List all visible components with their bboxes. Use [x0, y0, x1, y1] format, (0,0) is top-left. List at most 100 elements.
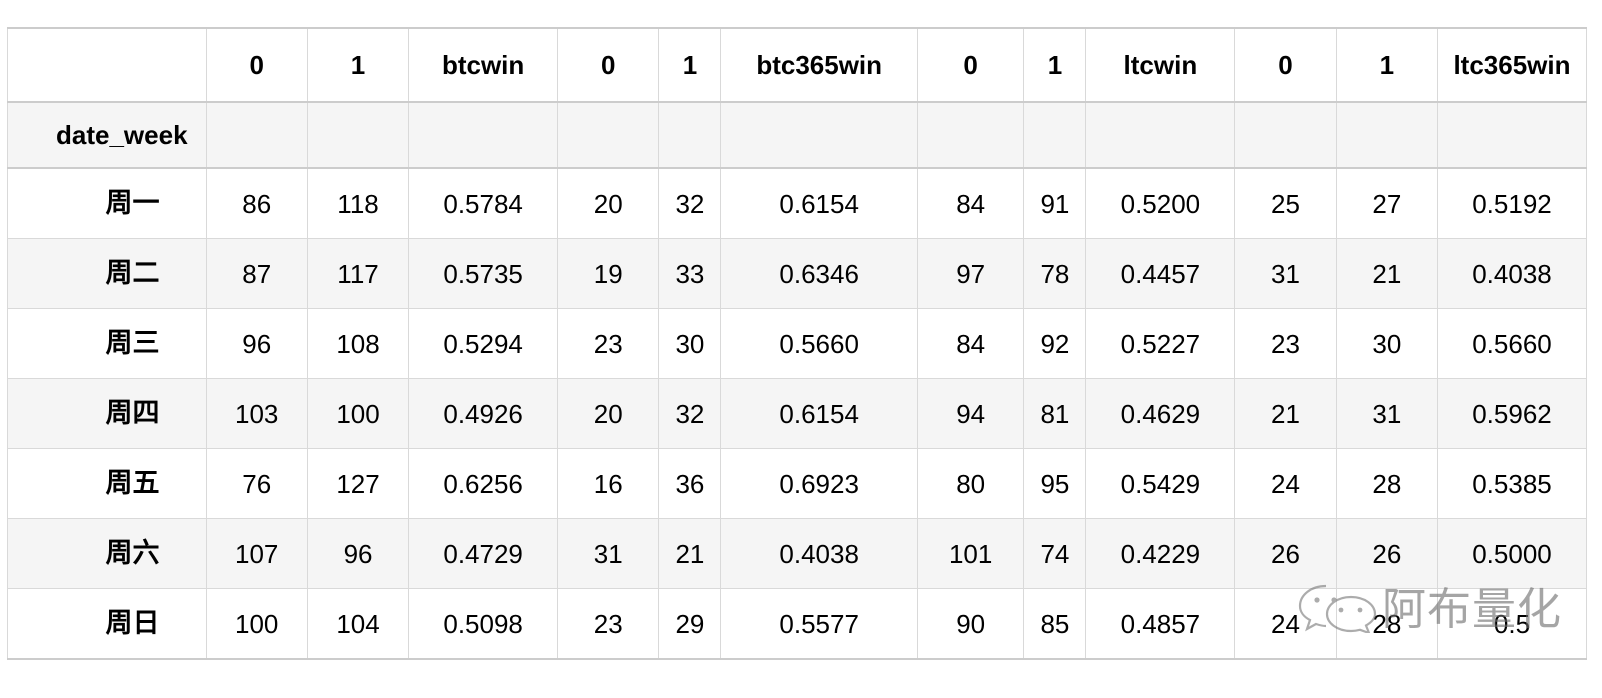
- table-cell: 24: [1234, 448, 1337, 519]
- corner-cell: [7, 27, 207, 103]
- table-cell: 30: [1335, 308, 1438, 379]
- table-cell: 0.5429: [1085, 448, 1236, 519]
- index-row-blank: [658, 101, 722, 169]
- table-cell: 32: [658, 378, 722, 449]
- table-row: 周六 107 96 0.4729 31 21 0.4038 101 74 0.4…: [7, 518, 1588, 589]
- table-row: 周五 76 127 0.6256 16 36 0.6923 80 95 0.54…: [7, 448, 1588, 519]
- column-header: ltcwin: [1085, 27, 1236, 103]
- table-cell: 0.5660: [1436, 308, 1588, 379]
- dataframe-table: 0 1 btcwin 0 1 btc365win 0 1 ltcwin 0 1 …: [7, 27, 1588, 660]
- row-header: 周六: [7, 518, 207, 589]
- table-cell: 0.5000: [1436, 518, 1588, 589]
- table-cell: 80: [916, 448, 1025, 519]
- table-cell: 0.5385: [1436, 448, 1588, 519]
- table-cell: 0.5294: [408, 308, 559, 379]
- index-row-blank: [720, 101, 918, 169]
- table-cell: 0.5735: [408, 238, 559, 309]
- column-header: 1: [658, 27, 722, 103]
- table-cell: 36: [658, 448, 722, 519]
- index-row-blank: [306, 101, 410, 169]
- table-cell: 0.5: [1436, 588, 1588, 660]
- table-cell: 0.5200: [1085, 167, 1236, 239]
- table-cell: 23: [557, 588, 660, 660]
- table-row: 周四 103 100 0.4926 20 32 0.6154 94 81 0.4…: [7, 378, 1588, 449]
- table-cell: 84: [916, 167, 1025, 239]
- column-header: 1: [1335, 27, 1438, 103]
- table-cell: 21: [658, 518, 722, 589]
- table-cell: 91: [1023, 167, 1087, 239]
- table-cell: 0.4038: [1436, 238, 1588, 309]
- table-cell: 26: [1335, 518, 1438, 589]
- table-cell: 90: [916, 588, 1025, 660]
- table-cell: 29: [658, 588, 722, 660]
- table-cell: 0.5227: [1085, 308, 1236, 379]
- table-cell: 100: [205, 588, 308, 660]
- table-body: 周一 86 118 0.5784 20 32 0.6154 84 91 0.52…: [7, 167, 1588, 660]
- table-cell: 92: [1023, 308, 1087, 379]
- table-cell: 0.4629: [1085, 378, 1236, 449]
- table-cell: 28: [1335, 588, 1438, 660]
- table-cell: 32: [658, 167, 722, 239]
- index-row-blank: [557, 101, 660, 169]
- table-cell: 103: [205, 378, 308, 449]
- table-cell: 0.6346: [720, 238, 918, 309]
- table-cell: 96: [306, 518, 410, 589]
- table-cell: 84: [916, 308, 1025, 379]
- table-head: 0 1 btcwin 0 1 btc365win 0 1 ltcwin 0 1 …: [7, 27, 1588, 169]
- table-cell: 21: [1234, 378, 1337, 449]
- table-cell: 24: [1234, 588, 1337, 660]
- table-cell: 0.4038: [720, 518, 918, 589]
- table-cell: 96: [205, 308, 308, 379]
- table-cell: 0.4926: [408, 378, 559, 449]
- index-row-blank: [916, 101, 1025, 169]
- table-cell: 0.5962: [1436, 378, 1588, 449]
- table-row: 周日 100 104 0.5098 23 29 0.5577 90 85 0.4…: [7, 588, 1588, 660]
- table-cell: 76: [205, 448, 308, 519]
- column-header: 0: [1234, 27, 1337, 103]
- table-cell: 74: [1023, 518, 1087, 589]
- table-cell: 94: [916, 378, 1025, 449]
- table-cell: 107: [205, 518, 308, 589]
- table-cell: 127: [306, 448, 410, 519]
- row-header: 周四: [7, 378, 207, 449]
- table-cell: 0.4729: [408, 518, 559, 589]
- table-cell: 25: [1234, 167, 1337, 239]
- table-cell: 31: [1335, 378, 1438, 449]
- table-cell: 97: [916, 238, 1025, 309]
- table-row: 周一 86 118 0.5784 20 32 0.6154 84 91 0.52…: [7, 167, 1588, 239]
- column-header: 0: [557, 27, 660, 103]
- table-cell: 78: [1023, 238, 1087, 309]
- table-cell: 117: [306, 238, 410, 309]
- table-cell: 30: [658, 308, 722, 379]
- table-cell: 23: [557, 308, 660, 379]
- table-cell: 0.6154: [720, 378, 918, 449]
- column-header: 1: [306, 27, 410, 103]
- index-name-row: date_week: [7, 101, 1588, 169]
- table-cell: 86: [205, 167, 308, 239]
- row-header: 周三: [7, 308, 207, 379]
- index-row-blank: [1085, 101, 1236, 169]
- row-header: 周一: [7, 167, 207, 239]
- column-header-row: 0 1 btcwin 0 1 btc365win 0 1 ltcwin 0 1 …: [7, 27, 1588, 103]
- index-row-blank: [408, 101, 559, 169]
- table-cell: 23: [1234, 308, 1337, 379]
- table-row: 周三 96 108 0.5294 23 30 0.5660 84 92 0.52…: [7, 308, 1588, 379]
- table-cell: 118: [306, 167, 410, 239]
- table-cell: 85: [1023, 588, 1087, 660]
- table-cell: 31: [557, 518, 660, 589]
- index-row-blank: [1335, 101, 1438, 169]
- table-cell: 0.6154: [720, 167, 918, 239]
- row-header: 周五: [7, 448, 207, 519]
- table-cell: 104: [306, 588, 410, 660]
- index-row-blank: [205, 101, 308, 169]
- table-cell: 81: [1023, 378, 1087, 449]
- table-cell: 20: [557, 167, 660, 239]
- table-cell: 0.5098: [408, 588, 559, 660]
- index-row-blank: [1023, 101, 1087, 169]
- row-header: 周二: [7, 238, 207, 309]
- column-header: 0: [916, 27, 1025, 103]
- table-cell: 19: [557, 238, 660, 309]
- table-cell: 33: [658, 238, 722, 309]
- table-cell: 16: [557, 448, 660, 519]
- table-row: 周二 87 117 0.5735 19 33 0.6346 97 78 0.44…: [7, 238, 1588, 309]
